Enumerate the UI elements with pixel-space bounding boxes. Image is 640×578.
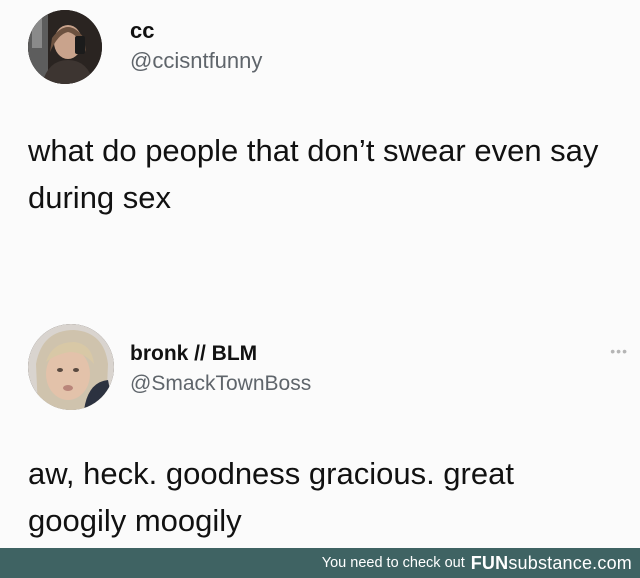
- tweet-cc: cc @ccisntfunny what do people that don’…: [0, 0, 640, 290]
- profile-photo-icon: [28, 10, 102, 84]
- meme-screenshot: cc @ccisntfunny what do people that don’…: [0, 0, 640, 578]
- watermark-bar: You need to check out FUNsubstance.com: [0, 548, 640, 578]
- watermark-text: You need to check out: [321, 555, 465, 571]
- avatar[interactable]: [28, 10, 102, 84]
- avatar[interactable]: [28, 324, 114, 410]
- profile-photo-icon: [28, 324, 114, 410]
- tweet-bronk: bronk // BLM @SmackTownBoss ••• aw, heck…: [0, 318, 640, 548]
- brand-rest: substance.com: [508, 552, 632, 573]
- user-handle[interactable]: @SmackTownBoss: [130, 372, 311, 396]
- more-options-icon[interactable]: •••: [610, 344, 628, 358]
- display-name[interactable]: cc: [130, 18, 154, 44]
- watermark-brand[interactable]: FUNsubstance.com: [471, 553, 632, 574]
- tweet-text: aw, heck. goodness gracious. great googi…: [28, 456, 514, 538]
- display-name[interactable]: bronk // BLM: [130, 342, 257, 366]
- brand-fun: FUN: [470, 552, 509, 573]
- user-handle[interactable]: @ccisntfunny: [130, 48, 262, 74]
- tweet-text: what do people that don’t swear even say…: [28, 133, 599, 215]
